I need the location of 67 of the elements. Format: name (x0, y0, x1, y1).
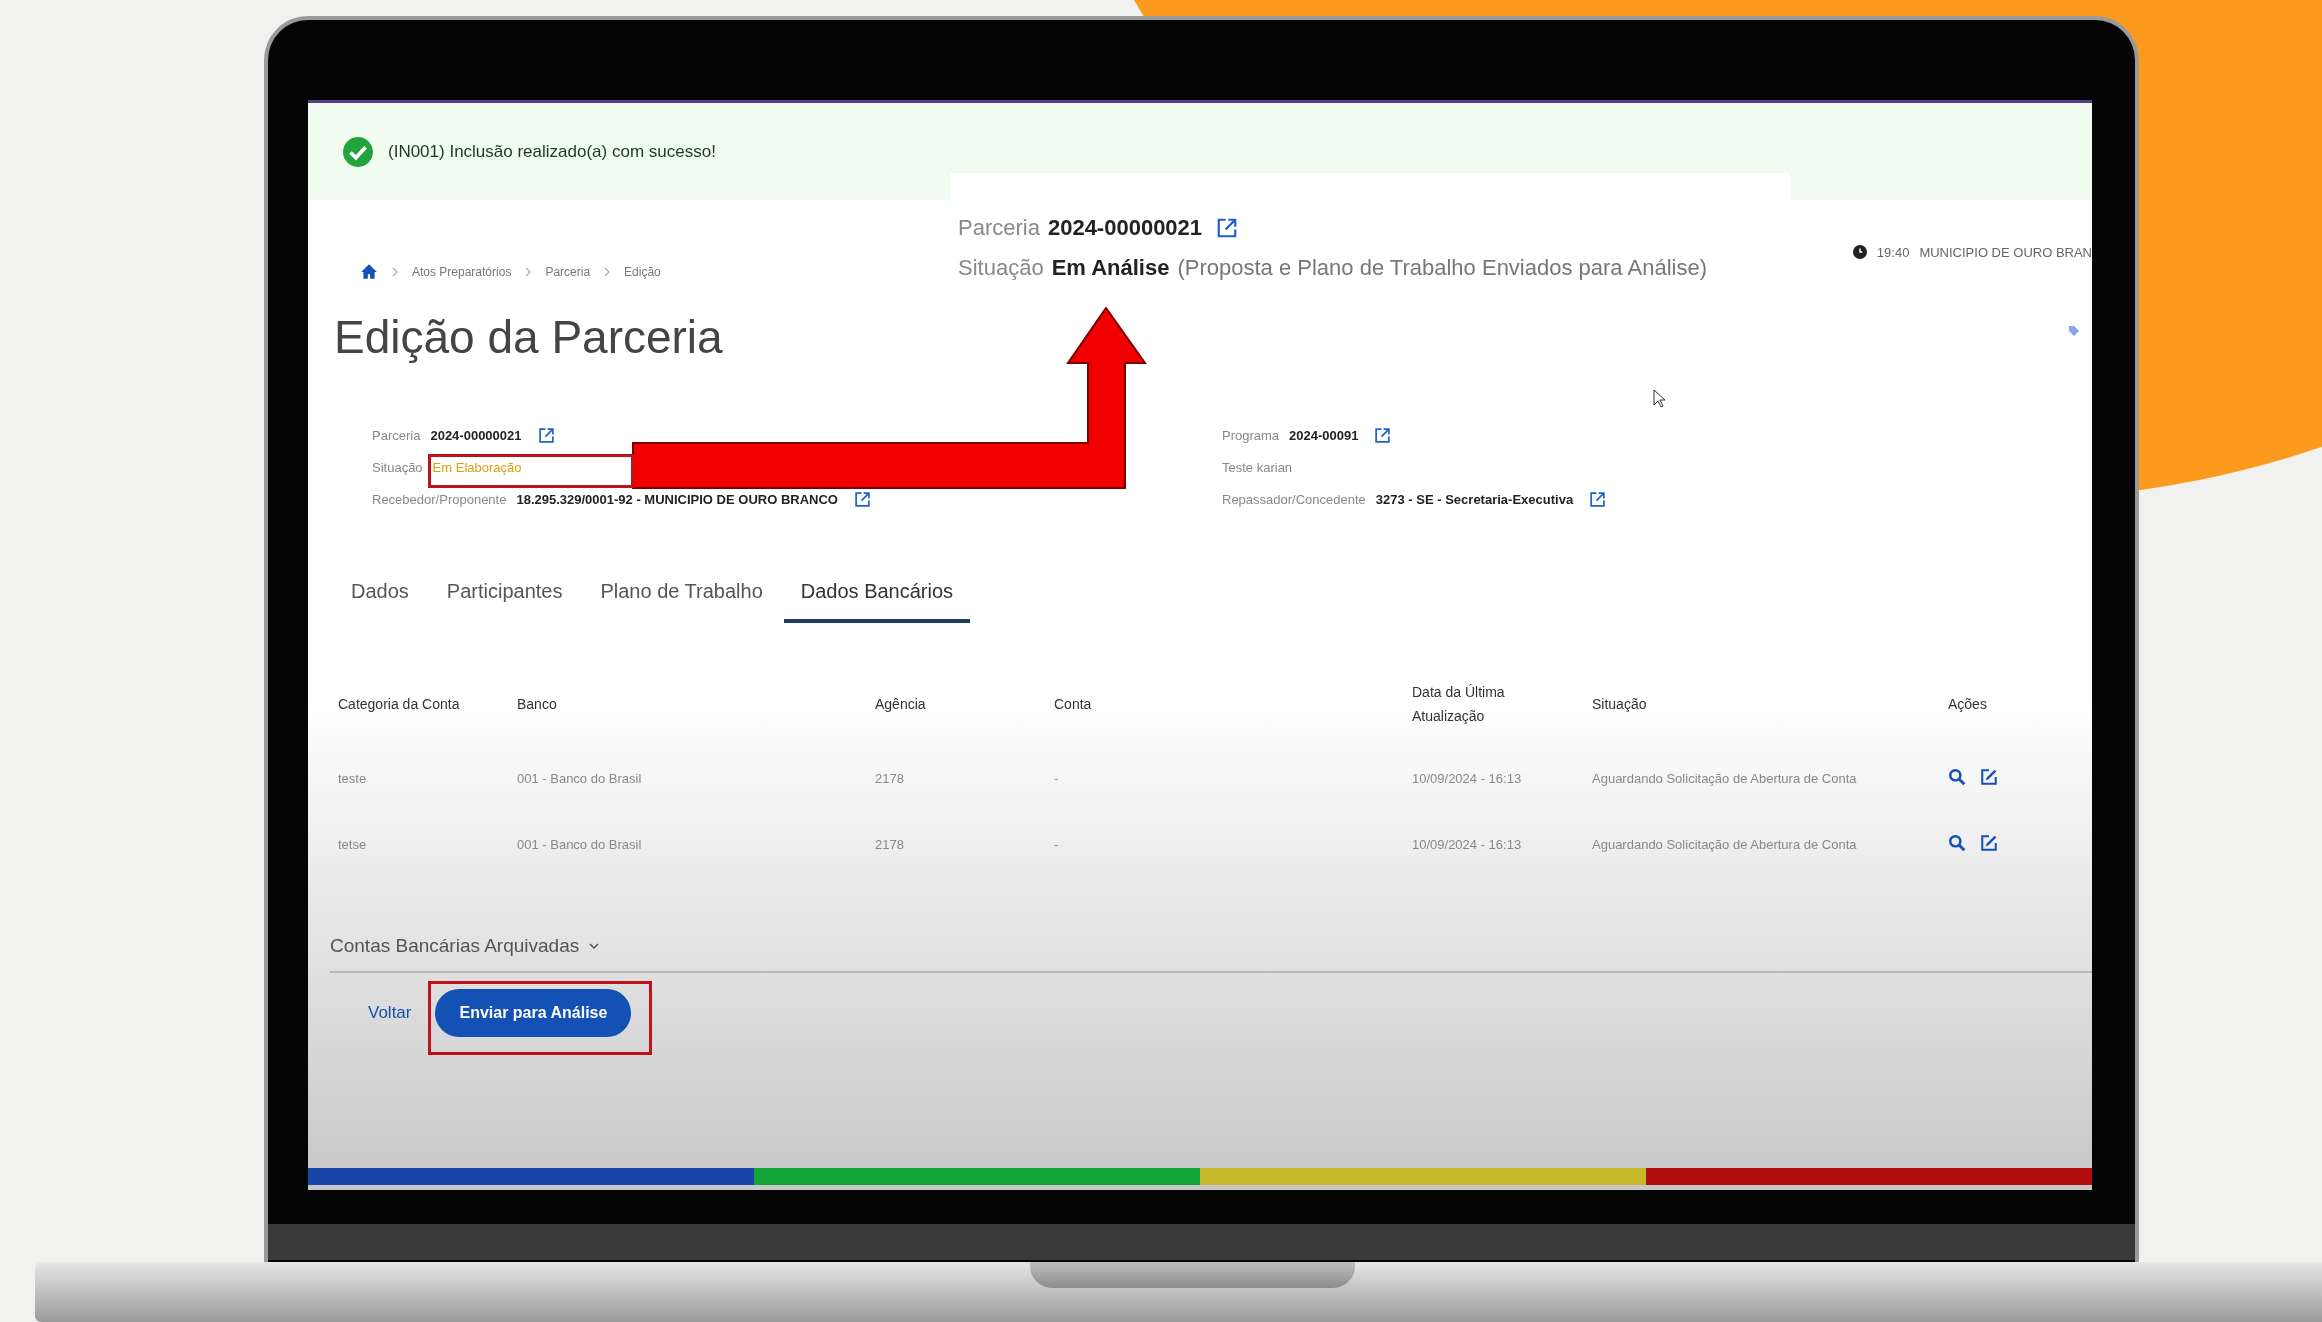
submit-button[interactable]: Enviar para Análise (435, 989, 632, 1038)
tab[interactable]: Dados (334, 568, 426, 624)
tab[interactable]: Participantes (429, 568, 580, 624)
field-label: Parceria (372, 427, 421, 443)
collapse-toggle[interactable]: Contas Bancárias Arquivadas (330, 935, 600, 958)
edit-icon[interactable] (1980, 833, 1998, 852)
column-header: Categoria da Conta (337, 695, 461, 715)
table-cell-text: Aguardando Solicitação de Abertura de Conta (1591, 769, 1858, 788)
column-header: Banco (516, 695, 558, 715)
table-cell-text: 10/09/2024 - 16:13 (1411, 769, 1523, 788)
field-label: Situação (958, 255, 1044, 281)
field-value: 2024-00000021 (430, 427, 522, 443)
field-value: 18.295.329/0001-92 - MUNICIPIO DE OURO BRANCO (516, 491, 838, 507)
external-link-icon[interactable] (1589, 490, 1607, 508)
status-value: Em Elaboração (432, 459, 522, 475)
info-text: Teste karian (1222, 459, 1293, 475)
field-value: 2024-00091 (1289, 427, 1359, 443)
external-link-icon[interactable] (853, 490, 871, 508)
chevron-icon (525, 267, 532, 277)
municipality-name: MUNICIPIO DE OURO BRAN (1919, 244, 2092, 260)
search-icon[interactable] (1948, 833, 1966, 852)
edit-icon[interactable] (1980, 767, 1998, 786)
external-link-icon[interactable] (1374, 426, 1392, 444)
table-cell-text: 001 - Banco do Brasil (516, 835, 643, 854)
table-cell-text: 10/09/2024 - 16:13 (1411, 835, 1523, 854)
field-value: 3273 - SE - Secretaria-Executiva (1375, 491, 1574, 507)
external-link-icon[interactable] (1216, 217, 1239, 239)
field-label: Parceria (958, 215, 1040, 241)
field-label: Situação (372, 459, 423, 475)
page-title: Edição da Parceria (334, 310, 723, 365)
column-header: Ações (1947, 695, 1988, 715)
tab[interactable]: Plano de Trabalho (583, 568, 780, 624)
field-label: Repassador/Concedente (1222, 491, 1366, 507)
column-header: Conta (1053, 695, 1093, 715)
field-value: 2024-00000021 (1047, 215, 1203, 241)
chevron-icon (604, 267, 611, 277)
table-cell-text: 001 - Banco do Brasil (516, 769, 643, 788)
tag-icon (2068, 325, 2080, 337)
field-label: Programa (1222, 427, 1280, 443)
table-cell-text: tetse (337, 835, 368, 854)
session-time: 19:40 (1876, 244, 1910, 260)
table-cell-text: teste (337, 769, 368, 788)
search-icon[interactable] (1948, 767, 1966, 786)
breadcrumb-link[interactable]: Edição (624, 265, 661, 279)
success-message: (IN001) Inclusão realizado(a) com sucesso! (388, 141, 716, 162)
field-label: Recebedor/Proponente (372, 491, 507, 507)
check-icon (342, 135, 374, 168)
tab[interactable]: Dados Bancários (783, 568, 971, 624)
back-link[interactable]: Voltar (368, 1003, 412, 1024)
table-cell-text: Aguardando Solicitação de Abertura de Conta (1591, 835, 1858, 854)
table-cell-text: - (1053, 769, 1060, 788)
cursor-icon (1653, 389, 1667, 409)
home-icon[interactable] (360, 263, 378, 281)
breadcrumb-link[interactable]: Parceria (545, 265, 591, 279)
column-header: Data da Última Atualização (1411, 683, 1506, 727)
table-cell-text: 2178 (874, 769, 905, 788)
external-link-icon[interactable] (537, 426, 555, 444)
table-cell-text: 2178 (874, 835, 905, 854)
column-header: Situação (1591, 695, 1648, 715)
status-note: (Proposta e Plano de Trabalho Enviados para Análise) (1177, 255, 1707, 281)
clock-icon (1852, 245, 1867, 259)
chevron-icon (392, 267, 398, 277)
caret-icon (589, 943, 600, 950)
status-value: Em Análise (1051, 255, 1170, 281)
breadcrumb-link[interactable]: Atos Preparatórios (412, 265, 512, 279)
column-header: Agência (874, 695, 927, 715)
table-cell-text: - (1053, 835, 1060, 854)
